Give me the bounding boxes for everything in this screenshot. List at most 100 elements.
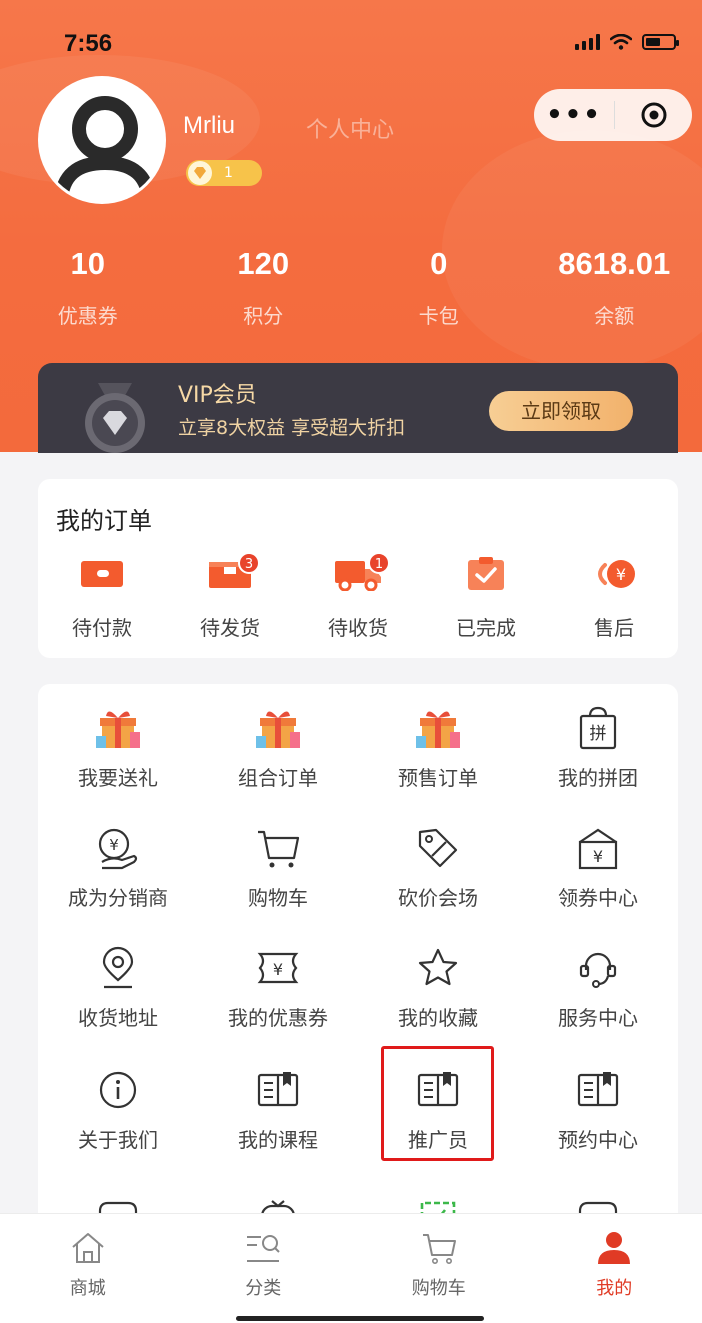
service-bargain[interactable]: 砍价会场	[358, 826, 518, 911]
stat-value: 10	[70, 246, 105, 281]
home-icon	[72, 1233, 104, 1263]
headset-icon	[579, 952, 617, 988]
service-help-center[interactable]: 服务中心	[518, 946, 678, 1031]
price-tag-icon	[418, 828, 458, 868]
mini-program-capsule: •••	[534, 89, 692, 141]
stat-coupons[interactable]: 10 优惠券	[0, 246, 176, 329]
services-card: 我要送礼 组合订单 预售订单 拼 我的拼团 ¥ 成为分销商 购物车 砍价会场 ¥…	[38, 684, 678, 1244]
book-icon	[577, 1072, 619, 1107]
service-label: 我要送礼	[78, 766, 158, 790]
svg-text:拼: 拼	[590, 724, 607, 744]
order-pending-payment[interactable]: 待付款	[38, 556, 166, 641]
level-badge: 1	[186, 160, 262, 186]
order-label: 已完成	[456, 616, 516, 640]
service-my-courses[interactable]: 我的课程	[198, 1068, 358, 1153]
order-label: 售后	[594, 616, 634, 640]
service-label: 我的收藏	[398, 1006, 478, 1030]
gift-icon	[256, 711, 300, 748]
service-group-buy[interactable]: 拼 我的拼团	[518, 706, 678, 791]
service-favorites[interactable]: 我的收藏	[358, 946, 518, 1031]
avatar[interactable]	[38, 76, 166, 204]
service-label: 预约中心	[558, 1128, 638, 1152]
order-after-sales[interactable]: ¥ 售后	[550, 556, 678, 641]
service-label: 砍价会场	[398, 886, 478, 910]
service-my-coupons[interactable]: ¥ 我的优惠券	[198, 946, 358, 1031]
stat-value: 0	[430, 246, 448, 281]
svg-text:¥: ¥	[109, 836, 119, 854]
vip-subtitle: 立享8大权益 享受超大折扣	[178, 417, 406, 439]
service-label: 服务中心	[558, 1006, 638, 1030]
gift-icon	[416, 711, 460, 748]
stat-points[interactable]: 120 积分	[176, 246, 352, 329]
order-completed[interactable]: 已完成	[422, 556, 550, 641]
service-address[interactable]: 收货地址	[38, 946, 198, 1031]
tab-category[interactable]: 分类	[176, 1214, 352, 1323]
tab-label: 商城	[69, 1278, 106, 1299]
group-buy-icon: 拼	[579, 706, 617, 750]
order-pending-shipment[interactable]: 3 待发货	[166, 552, 294, 641]
target-icon	[641, 102, 666, 128]
order-label: 待付款	[72, 616, 132, 640]
tab-cart[interactable]: 购物车	[351, 1214, 527, 1323]
stat-label: 卡包	[418, 304, 459, 328]
tab-label: 我的	[596, 1278, 633, 1299]
order-status-row: 待付款 3 待发货 1 待收货 已完成 ¥ 售后	[38, 552, 678, 641]
bottom-tab-bar: 商城 分类 购物车 我的	[0, 1213, 702, 1323]
vip-banner: VIP会员 立享8大权益 享受超大折扣 立即领取	[38, 363, 678, 453]
level-number: 1	[224, 165, 233, 181]
service-combo-order[interactable]: 组合订单	[198, 706, 358, 791]
wifi-icon	[610, 34, 632, 50]
wallet-icon	[81, 561, 123, 587]
book-icon	[257, 1072, 299, 1107]
status-icons	[575, 34, 679, 50]
service-label: 领券中心	[558, 886, 638, 910]
service-become-distributor[interactable]: ¥ 成为分销商	[38, 826, 198, 911]
orders-title: 我的订单	[56, 507, 152, 535]
location-icon	[102, 946, 134, 989]
service-coupon-center[interactable]: ¥ 领券中心	[518, 826, 678, 911]
svg-text:¥: ¥	[273, 960, 283, 979]
tab-mall[interactable]: 商城	[0, 1214, 176, 1323]
app-screen: 7:56 Mrliu 个人中心 1 ••• 10 优惠券 120 积分 0 卡包…	[0, 0, 702, 1323]
service-presale-order[interactable]: 预售订单	[358, 706, 518, 791]
promoter-highlight-box	[381, 1046, 494, 1161]
stats-row: 10 优惠券 120 积分 0 卡包 8618.01 余额	[0, 246, 702, 329]
order-pending-receipt[interactable]: 1 待收货	[294, 552, 422, 641]
stat-cards[interactable]: 0 卡包	[351, 246, 527, 329]
coupon-icon: ¥	[257, 952, 299, 984]
service-label: 关于我们	[78, 1128, 158, 1152]
signal-icon	[575, 34, 600, 50]
stat-value: 8618.01	[558, 246, 671, 281]
battery-icon	[642, 34, 679, 50]
service-label: 收货地址	[78, 1006, 158, 1030]
close-button[interactable]	[615, 101, 692, 129]
order-badge: 3	[238, 552, 260, 574]
tab-label: 分类	[245, 1278, 282, 1299]
vip-medal-icon	[85, 383, 145, 453]
stat-value: 120	[237, 246, 290, 281]
claim-vip-button[interactable]: 立即领取	[489, 391, 633, 431]
service-label: 我的优惠券	[228, 1006, 328, 1030]
more-button[interactable]: •••	[534, 89, 614, 141]
cart-icon	[258, 830, 300, 868]
cart-icon	[422, 1234, 456, 1264]
service-cart[interactable]: 购物车	[198, 826, 358, 911]
status-time: 7:56	[64, 30, 113, 57]
tab-mine[interactable]: 我的	[527, 1214, 702, 1323]
info-icon	[99, 1071, 137, 1109]
home-indicator	[236, 1316, 484, 1321]
gift-icon	[96, 711, 140, 748]
service-booking-center[interactable]: 预约中心	[518, 1068, 678, 1153]
stat-balance[interactable]: 8618.01 余额	[527, 246, 702, 329]
order-label: 待收货	[328, 616, 388, 640]
service-send-gift[interactable]: 我要送礼	[38, 706, 198, 791]
service-label: 组合订单	[238, 766, 318, 790]
service-about-us[interactable]: 关于我们	[38, 1068, 198, 1153]
service-label: 成为分销商	[68, 886, 168, 910]
tab-label: 购物车	[411, 1278, 466, 1299]
star-icon	[418, 948, 458, 986]
coupon-center-icon: ¥	[578, 828, 618, 870]
clipboard-check-icon	[468, 557, 504, 590]
service-label: 预售订单	[398, 766, 478, 790]
svg-text:¥: ¥	[593, 847, 603, 866]
